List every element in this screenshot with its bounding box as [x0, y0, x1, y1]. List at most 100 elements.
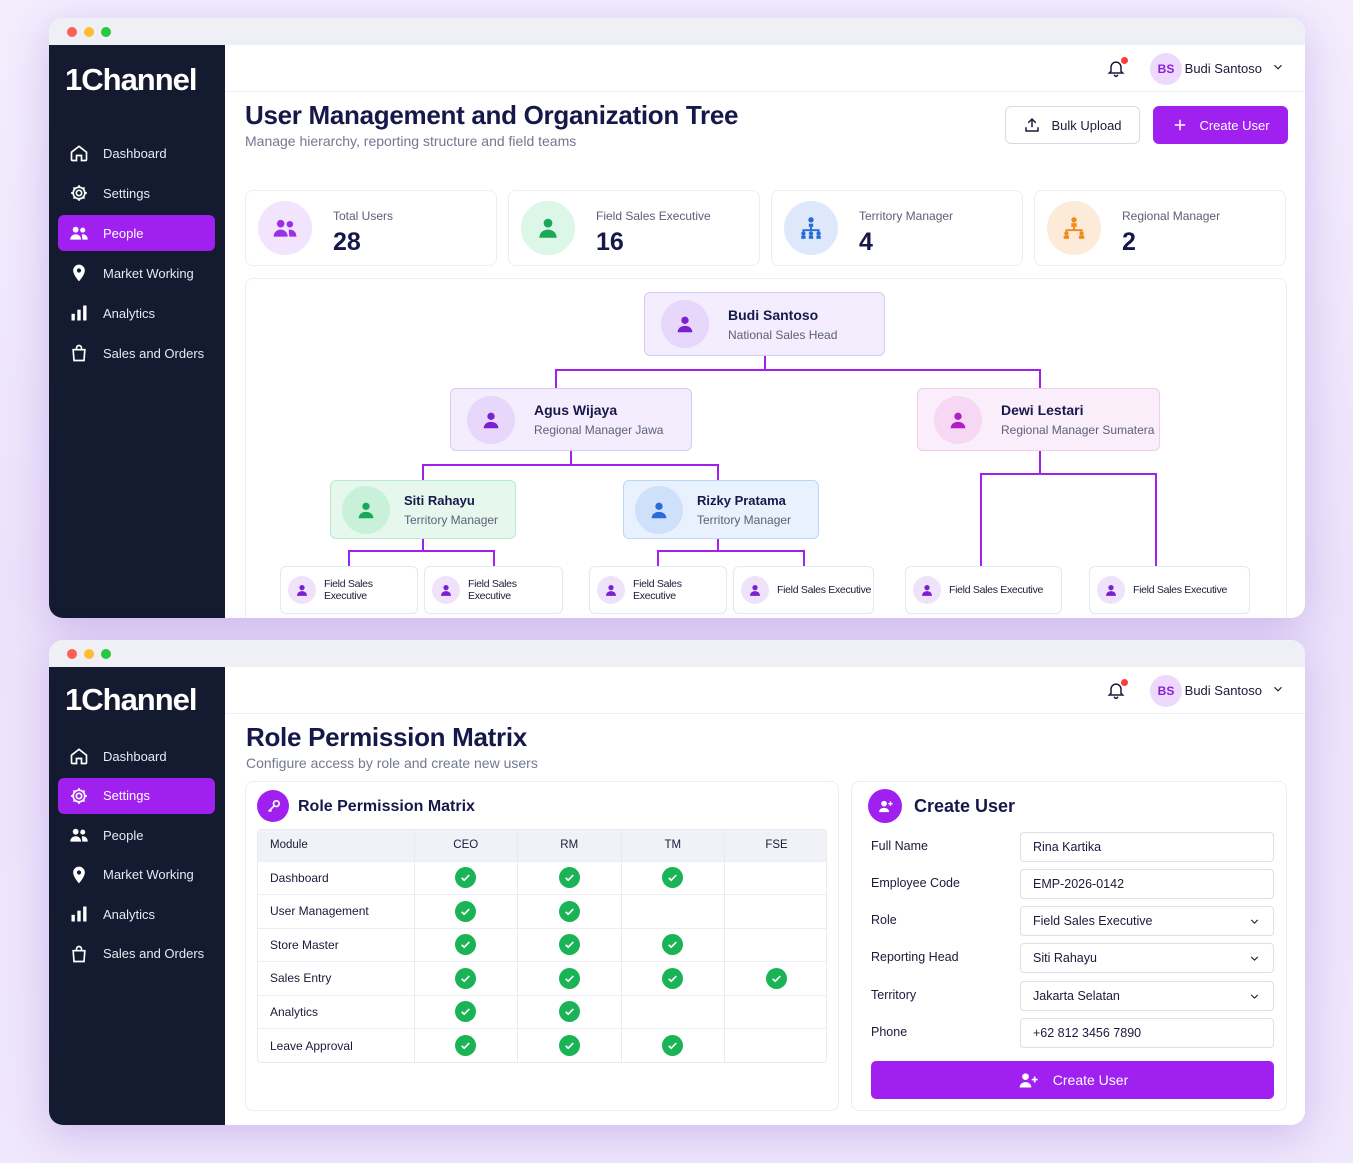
user-name[interactable]: Budi Santoso	[1185, 61, 1262, 76]
sidebar-item-sales-and-orders[interactable]: Sales and Orders	[58, 936, 215, 972]
permission-cell-rm[interactable]	[517, 860, 621, 895]
person-icon	[1097, 576, 1125, 604]
matrix-module-name: Leave Approval	[258, 1028, 414, 1062]
permission-cell-tm[interactable]	[620, 961, 725, 995]
page-subtitle: Configure access by role and create new …	[246, 755, 538, 771]
sidebar: 1Channel Dashboard Settings People Market W…	[49, 45, 225, 618]
org-node-field-sales-executive[interactable]: Field Sales Executive	[1089, 566, 1250, 614]
permission-cell-ceo[interactable]	[413, 994, 518, 1029]
sidebar-item-people[interactable]: People	[58, 215, 215, 251]
sidebar-item-dashboard[interactable]: Dashboard	[58, 738, 215, 774]
person-icon	[913, 576, 941, 604]
matrix-column-header: FSE	[724, 830, 826, 861]
stat-card-territory-manager[interactable]: Territory Manager 4	[771, 190, 1023, 266]
user-name[interactable]: Budi Santoso	[1185, 683, 1262, 698]
permission-cell-ceo[interactable]	[413, 961, 518, 995]
permission-cell-rm[interactable]	[517, 894, 621, 928]
close-window-dot[interactable]	[67, 649, 77, 659]
org-node-role: Territory Manager	[697, 512, 792, 527]
main-content: BS Budi Santoso Role Permission Matrix C…	[225, 667, 1305, 1125]
matrix-column-header: Module	[258, 830, 414, 861]
stat-card-field-sales-executive[interactable]: Field Sales Executive 16	[508, 190, 760, 266]
matrix-row: Leave Approval	[258, 1028, 826, 1062]
permission-cell-rm[interactable]	[517, 927, 621, 962]
phone-value: +62 812 3456 7890	[1033, 1026, 1142, 1040]
org-node-field-sales-executive[interactable]: Field Sales Executive	[280, 566, 418, 614]
stat-card-regional-manager[interactable]: Regional Manager 2	[1034, 190, 1286, 266]
permission-cell-fse[interactable]	[724, 1028, 826, 1062]
sidebar-item-label: Analytics	[103, 906, 156, 922]
user-avatar[interactable]: BS	[1150, 53, 1182, 85]
window-titlebar	[49, 640, 1305, 667]
notification-bell-icon[interactable]	[1106, 57, 1128, 80]
check-icon	[455, 867, 477, 889]
org-node-field-sales-executive[interactable]: Field Sales Executive	[733, 566, 874, 614]
org-node-field-sales-executive[interactable]: Field Sales Executive	[589, 566, 727, 614]
phone-input[interactable]: +62 812 3456 7890	[1020, 1018, 1274, 1048]
employee-code-input[interactable]: EMP-2026-0142	[1020, 869, 1274, 899]
full-name-input[interactable]: Rina Kartika	[1020, 832, 1274, 862]
check-icon	[455, 1001, 477, 1023]
permission-cell-tm[interactable]	[620, 1028, 725, 1062]
permission-cell-fse[interactable]	[724, 894, 826, 928]
permission-cell-ceo[interactable]	[413, 927, 518, 962]
permission-cell-fse[interactable]	[724, 927, 826, 962]
sidebar-item-dashboard[interactable]: Dashboard	[58, 135, 215, 171]
permission-cell-tm[interactable]	[620, 994, 725, 1029]
gear-icon	[68, 182, 90, 204]
permission-cell-rm[interactable]	[517, 994, 621, 1029]
notification-bell-icon[interactable]	[1106, 679, 1128, 702]
role-select[interactable]: Field Sales Executive	[1020, 906, 1274, 936]
territory-label: Territory	[871, 988, 917, 1002]
maximize-window-dot[interactable]	[101, 649, 111, 659]
stat-card-total-users[interactable]: Total Users 28	[245, 190, 497, 266]
sidebar-item-settings[interactable]: Settings	[58, 175, 215, 211]
add-user-icon	[868, 789, 902, 823]
sidebar-item-analytics[interactable]: Analytics	[58, 295, 215, 331]
org-node-field-sales-executive[interactable]: Field Sales Executive	[905, 566, 1062, 614]
permission-cell-fse[interactable]	[724, 961, 826, 995]
bulk-upload-button[interactable]: Bulk Upload	[1005, 106, 1140, 144]
check-icon	[558, 1035, 580, 1056]
create-user-submit-button[interactable]: Create User	[871, 1061, 1274, 1099]
sidebar-item-market-working[interactable]: Market Working	[58, 255, 215, 291]
org-node-root[interactable]: Budi Santoso National Sales Head	[644, 292, 885, 356]
maximize-window-dot[interactable]	[101, 27, 111, 37]
org-node-role: Territory Manager	[404, 512, 499, 527]
create-user-button[interactable]: Create User	[1153, 106, 1288, 144]
sidebar-item-people[interactable]: People	[58, 817, 215, 853]
permission-cell-tm[interactable]	[620, 927, 725, 962]
sidebar-item-settings[interactable]: Settings	[58, 777, 215, 814]
permission-cell-fse[interactable]	[724, 994, 826, 1029]
permission-cell-ceo[interactable]	[413, 894, 518, 928]
minimize-window-dot[interactable]	[84, 27, 94, 37]
org-node-regional-manager-sumatera[interactable]: Dewi Lestari Regional Manager Sumatera	[917, 388, 1160, 451]
user-avatar[interactable]: BS	[1150, 675, 1182, 707]
chevron-down-icon[interactable]	[1271, 682, 1285, 696]
org-node-territory-manager-rizky[interactable]: Rizky Pratama Territory Manager	[623, 480, 819, 539]
close-window-dot[interactable]	[67, 27, 77, 37]
permission-cell-rm[interactable]	[517, 961, 621, 995]
permission-cell-tm[interactable]	[620, 860, 725, 895]
permission-cell-ceo[interactable]	[413, 1028, 518, 1062]
matrix-row: Sales Entry	[258, 961, 826, 995]
permission-cell-rm[interactable]	[517, 1028, 621, 1062]
territory-select[interactable]: Jakarta Selatan	[1020, 981, 1274, 1011]
person-icon	[521, 201, 575, 255]
permission-cell-fse[interactable]	[724, 860, 826, 895]
sidebar-item-analytics[interactable]: Analytics	[58, 896, 215, 932]
minimize-window-dot[interactable]	[84, 649, 94, 659]
stat-value: 4	[859, 228, 873, 256]
org-node-field-sales-executive[interactable]: Field Sales Executive	[424, 566, 563, 614]
sidebar-item-label: Dashboard	[103, 748, 167, 764]
sidebar-item-sales-and-orders[interactable]: Sales and Orders	[58, 335, 215, 371]
chevron-down-icon[interactable]	[1271, 60, 1285, 74]
map-pin-icon	[68, 864, 90, 886]
reporting-head-select[interactable]: Siti Rahayu	[1020, 943, 1274, 973]
org-node-territory-manager-siti[interactable]: Siti Rahayu Territory Manager	[330, 480, 516, 539]
role-label: Role	[871, 913, 897, 927]
sidebar-item-market-working[interactable]: Market Working	[58, 857, 215, 893]
org-node-regional-manager-jawa[interactable]: Agus Wijaya Regional Manager Jawa	[450, 388, 692, 451]
permission-cell-tm[interactable]	[620, 894, 725, 928]
permission-cell-ceo[interactable]	[413, 860, 518, 895]
